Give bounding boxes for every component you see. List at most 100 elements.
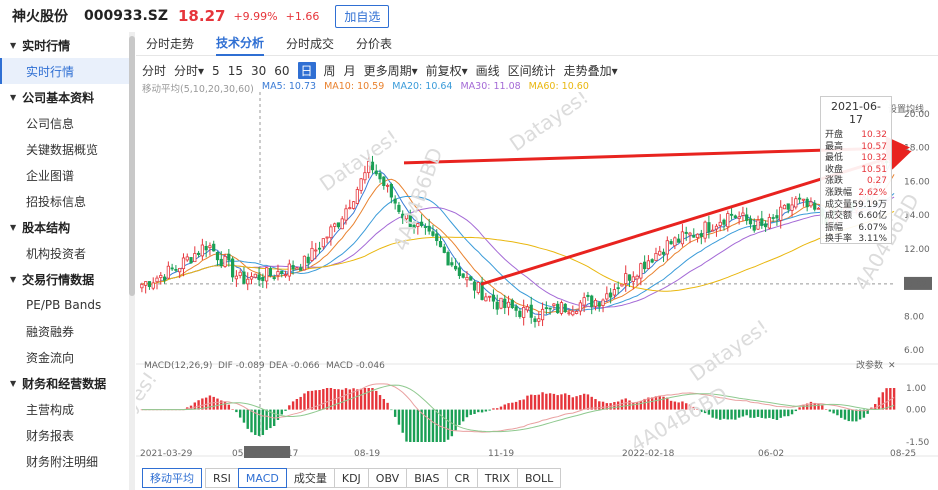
macd-bar (337, 389, 340, 410)
candle-body (748, 218, 753, 225)
period-option[interactable]: 分时▾ (174, 62, 204, 79)
period-option[interactable]: 15 (228, 64, 243, 78)
macd-bar (836, 409, 839, 416)
indicator-button[interactable]: 移动平均 (142, 468, 202, 488)
macd-bar (299, 396, 302, 410)
tooltip-label: 振幅 (825, 222, 844, 233)
macd-bar (620, 399, 624, 410)
candle-body (283, 274, 288, 277)
sidebar-item[interactable]: 公司信息 (0, 110, 129, 136)
tab-3[interactable]: 分价表 (356, 32, 392, 56)
sidebar-section-header[interactable]: ▼ 公司基本资料 (0, 84, 129, 110)
sidebar-scrollbar[interactable] (129, 32, 135, 490)
sidebar-section-header[interactable]: ▼ 实时行情 (0, 32, 129, 58)
indicator-button[interactable]: KDJ (333, 468, 369, 488)
period-option[interactable]: 5 (212, 64, 220, 78)
candle-body (506, 301, 511, 308)
tab-1[interactable]: 技术分析 (216, 32, 265, 56)
macd-bar (556, 395, 559, 410)
candle-body (586, 294, 590, 298)
settings-ma-link: 设置均线 (888, 103, 924, 115)
candle-body (442, 246, 446, 253)
candle-body (760, 218, 764, 226)
period-option[interactable]: 周 (324, 62, 336, 79)
tab-0[interactable]: 分时走势 (146, 32, 194, 56)
candle-body (215, 251, 220, 261)
candle-body (268, 268, 273, 276)
sidebar-section-header[interactable]: ▼ 交易行情数据 (0, 266, 129, 292)
macd-bar (552, 393, 556, 410)
sidebar-section-label: 实时行情 (22, 38, 71, 53)
candle-body (813, 202, 817, 210)
candle-body (159, 274, 163, 279)
sidebar-item[interactable]: 关键数据概览 (0, 136, 129, 162)
period-option[interactable]: 30 (251, 64, 266, 78)
period-option[interactable]: 走势叠加▾ (564, 62, 618, 79)
candle-body (609, 292, 613, 298)
indicator-button[interactable]: MACD (237, 468, 287, 488)
sidebar-item[interactable]: 机构投资者 (0, 240, 129, 266)
scrollbar-thumb[interactable] (129, 36, 135, 296)
indicator-button[interactable]: 成交量 (285, 468, 335, 488)
candle-body (261, 277, 265, 282)
macd-bar (885, 388, 888, 410)
candle-body (688, 232, 692, 236)
candle-body (446, 252, 450, 266)
candle-body (314, 249, 318, 252)
sidebar-item[interactable]: PE/PB Bands (0, 292, 129, 318)
candle-body (223, 255, 227, 267)
indicator-button[interactable]: OBV (367, 468, 408, 488)
sidebar-item[interactable]: 财务报表 (0, 422, 129, 448)
tab-2[interactable]: 分时成交 (286, 32, 334, 56)
sidebar-section-header[interactable]: ▼ 财务和经营数据 (0, 370, 129, 396)
candle-body (378, 172, 382, 180)
sidebar-item[interactable]: 企业图谱 (0, 162, 129, 188)
sidebar-item[interactable]: 实时行情 (0, 58, 129, 84)
sidebar-item[interactable]: 招投标信息 (0, 188, 129, 214)
candle-body (782, 204, 787, 210)
candle-body (265, 267, 269, 282)
macd-bar (548, 393, 552, 410)
candle-body (745, 214, 749, 221)
macd-bar (246, 409, 249, 429)
period-option[interactable]: 区间统计 (508, 62, 556, 79)
period-option[interactable]: 月 (344, 62, 356, 79)
indicator-button[interactable]: RSI (205, 468, 239, 488)
period-option[interactable]: 更多周期▾ (364, 62, 418, 79)
indicator-button[interactable]: CR (446, 468, 478, 488)
macd-bar (227, 404, 231, 410)
macd-bar (877, 397, 881, 410)
macd-bar (760, 409, 764, 418)
period-option[interactable]: 分时 (142, 62, 166, 79)
candle-body (310, 247, 314, 261)
sidebar-item[interactable]: 资金流向 (0, 344, 129, 370)
candle-body (741, 212, 745, 216)
candle-body (559, 302, 564, 314)
stock-change: +1.66 (285, 9, 320, 23)
indicator-tab-bar: 移动平均 RSI MACD 成交量 KDJ OBV BIAS CR TRIX BOLL (142, 468, 562, 488)
candle-body (287, 263, 291, 277)
sidebar-item[interactable]: 融资融券 (0, 318, 129, 344)
sidebar-item[interactable]: 财务附注明细 (0, 448, 129, 474)
sidebar-section-label: 交易行情数据 (22, 272, 95, 287)
tooltip-value: 2.62% (858, 187, 887, 198)
indicator-button[interactable]: BIAS (406, 468, 448, 488)
sidebar-item[interactable]: 主营构成 (0, 396, 129, 422)
macd-bar (522, 399, 525, 410)
sidebar-section-header[interactable]: ▼ 股本结构 (0, 214, 129, 240)
indicator-button[interactable]: TRIX (476, 468, 518, 488)
macd-bar (598, 401, 601, 410)
macd-bar (749, 409, 752, 418)
period-option[interactable]: 画线 (476, 62, 500, 79)
add-watchlist-button[interactable]: 加自选 (335, 4, 390, 28)
indicator-button[interactable]: BOLL (517, 468, 562, 488)
candlestick-chart[interactable]: 20.0018.0016.0014.0012.0010.008.006.00设置… (136, 92, 938, 468)
macd-bar (231, 409, 234, 410)
period-option[interactable]: 60 (274, 64, 289, 78)
period-option[interactable]: 前复权▾ (426, 62, 468, 79)
candle-body (170, 267, 174, 270)
macd-bar (375, 390, 378, 410)
macd-bar (541, 392, 544, 410)
period-option[interactable]: 日 (297, 62, 316, 79)
candle-body (212, 243, 216, 252)
